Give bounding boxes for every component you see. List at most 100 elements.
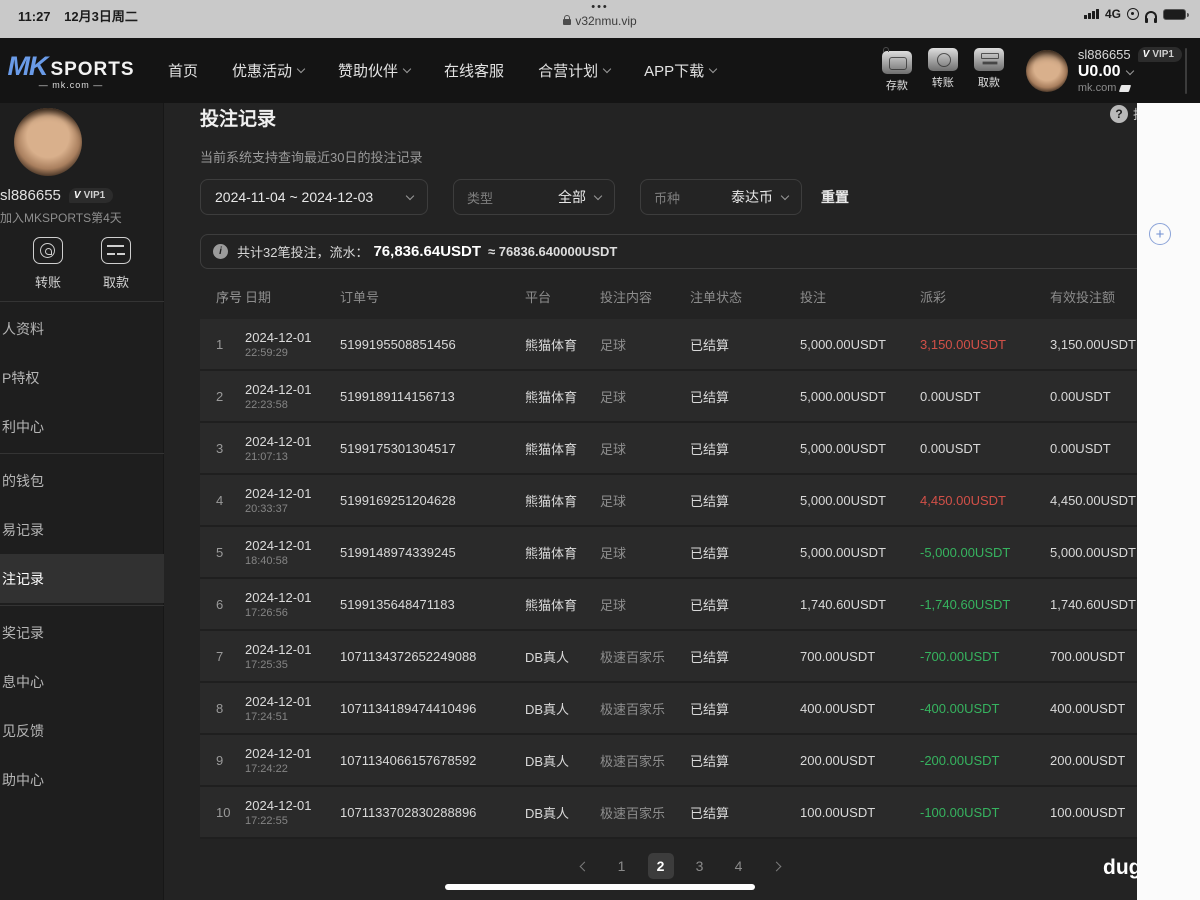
cell-platform: 熊猫体育 xyxy=(525,441,578,457)
cell-bet-content: 极速百家乐 xyxy=(600,701,666,717)
cell-payout: 0.00USDT xyxy=(920,440,981,456)
type-label: 类型 xyxy=(467,190,494,206)
cell-bet-amount: 1,740.60USDT xyxy=(800,596,886,612)
cell-payout: -700.00USDT xyxy=(920,648,1000,664)
page-button-2[interactable]: 2 xyxy=(647,853,674,879)
date-value: 2024-12-01 xyxy=(245,485,312,501)
user-site: mk.com xyxy=(1078,82,1182,94)
main-content: 投注记录 当前系统支持查询最近30日的投注记录 2024-11-04 ~ 202… xyxy=(165,103,1200,900)
deposit-icon xyxy=(881,47,912,74)
cell-order-number: 1071134372652249088 xyxy=(340,648,477,664)
user-avatar[interactable] xyxy=(1025,49,1068,92)
cell-index: 2 xyxy=(216,388,224,404)
type-select[interactable]: 类型 全部 xyxy=(453,179,615,215)
sidebar-item-2-3[interactable]: 助中心 xyxy=(0,755,164,804)
sidebar-item-0-2[interactable]: 利中心 xyxy=(0,402,164,451)
sidebar-item-0-1[interactable]: P特权 xyxy=(0,353,164,402)
profile-username: sl886655 xyxy=(0,187,61,204)
site-logo[interactable]: MK SPORTS — mk.com — xyxy=(7,51,133,90)
sidebar-item-2-2[interactable]: 见反馈 xyxy=(0,706,164,755)
currency-value: 泰达币 xyxy=(731,189,773,205)
home-indicator[interactable] xyxy=(445,884,755,890)
lock-icon xyxy=(563,15,572,25)
network-label: 4G xyxy=(1104,7,1121,21)
page-button-4[interactable]: 4 xyxy=(726,853,752,879)
filter-bar: 2024-11-04 ~ 2024-12-03 类型 全部 币种 泰达币 重置 xyxy=(200,179,1200,215)
sidebar-item-2-0[interactable]: 奖记录 xyxy=(0,608,164,657)
cell-platform: 熊猫体育 xyxy=(525,493,578,509)
withdraw-icon xyxy=(101,237,131,264)
sidebar-transfer-button[interactable]: 转账 xyxy=(33,237,63,291)
profile-avatar[interactable] xyxy=(14,108,82,176)
withdraw-icon xyxy=(973,48,1004,71)
date-value: 2024-12-01 xyxy=(245,537,312,553)
page-button-1[interactable]: 1 xyxy=(609,853,635,879)
address-bar[interactable]: v32nmu.vip xyxy=(563,13,637,28)
nav-item-5[interactable]: APP下载 xyxy=(644,60,718,81)
cell-order-number: 5199175301304517 xyxy=(340,440,456,456)
tab-dots-icon[interactable]: ••• xyxy=(0,2,1200,13)
sidebar-item-1-1[interactable]: 易记录 xyxy=(0,505,164,554)
column-header: 订单号 xyxy=(340,290,380,305)
sidebar-item-2-1[interactable]: 息中心 xyxy=(0,657,164,706)
table-body: 1 2024-12-01 22:59:29 5199195508851456 熊猫体育足… xyxy=(200,319,1200,839)
nav-item-2[interactable]: 赞助伙伴 xyxy=(338,60,412,81)
time-value: 21:07:13 xyxy=(245,450,288,463)
action-label: 取款 xyxy=(977,77,1000,89)
nav-item-4[interactable]: 合营计划 xyxy=(538,60,612,81)
deposit-button[interactable]: 存款 xyxy=(881,47,912,93)
scrollbar[interactable] xyxy=(1185,48,1187,94)
page-title: 投注记录 xyxy=(200,109,277,130)
battery-icon xyxy=(1163,8,1189,20)
transfer-button[interactable]: 转账 xyxy=(927,48,958,93)
sidebar-item-1-2[interactable]: 注记录 xyxy=(0,554,164,603)
cell-payout: -5,000.00USDT xyxy=(920,544,1011,560)
column-header: 投注 xyxy=(800,290,827,305)
profile-vip-badge: V VIP1 xyxy=(68,188,114,203)
help-icon[interactable]: ? xyxy=(1110,104,1128,123)
nav-item-1[interactable]: 优惠活动 xyxy=(232,60,306,81)
page-button-3[interactable]: 3 xyxy=(687,853,713,879)
balance-dropdown[interactable]: U0.00 xyxy=(1078,63,1182,81)
balance-value: U0.00 xyxy=(1077,63,1121,80)
site-name: mk.com xyxy=(1077,82,1117,94)
sidebar-item-1-0[interactable]: 的钱包 xyxy=(0,456,164,505)
date-value: 2024-12-01 xyxy=(245,433,312,449)
withdraw-button[interactable]: 取款 xyxy=(973,48,1004,93)
date-value: 2024-12-01 xyxy=(245,745,312,761)
annotation-plus-icon[interactable]: + xyxy=(1149,223,1171,245)
time-value: 17:25:35 xyxy=(245,658,288,671)
currency-select[interactable]: 币种 泰达币 xyxy=(640,179,802,215)
nav-item-0[interactable]: 首页 xyxy=(168,60,198,81)
url-text: v32nmu.vip xyxy=(575,13,637,28)
nav-item-3[interactable]: 在线客服 xyxy=(444,60,504,81)
table-row: 10 2024-12-01 17:22:55 1071133702830288896 D… xyxy=(200,787,1200,839)
signal-icon xyxy=(1084,9,1099,19)
prev-page-button[interactable] xyxy=(570,853,596,879)
date-range-picker[interactable]: 2024-11-04 ~ 2024-12-03 xyxy=(200,179,428,215)
user-info: sl886655 V VIP1 U0.00 mk.com xyxy=(1078,47,1182,94)
cell-date: 2024-12-01 17:25:35 xyxy=(245,642,340,671)
sidebar-item-0-0[interactable]: 人资料 xyxy=(0,304,164,353)
sidebar-withdraw-button[interactable]: 取款 xyxy=(101,237,131,291)
vip-v-icon: V xyxy=(73,190,81,201)
cell-status: 已结算 xyxy=(690,701,730,717)
column-header: 日期 xyxy=(245,290,272,305)
watermark: dug xyxy=(1103,856,1142,879)
cell-index: 7 xyxy=(216,648,224,664)
column-header: 注单状态 xyxy=(690,290,743,305)
time-value: 20:33:37 xyxy=(245,502,288,515)
cell-bet-content: 足球 xyxy=(600,597,627,613)
cell-order-number: 5199148974339245 xyxy=(340,544,456,560)
summary-approx: ≈ 76836.640000USDT xyxy=(488,244,618,259)
date-value: 2024-12-01 xyxy=(245,589,312,605)
time-value: 18:40:58 xyxy=(245,554,288,567)
next-page-button[interactable] xyxy=(765,853,791,879)
chevron-left-icon xyxy=(579,861,589,871)
table-row: 7 2024-12-01 17:25:35 1071134372652249088 DB… xyxy=(200,631,1200,683)
cell-payout: -200.00USDT xyxy=(920,752,1000,768)
cell-bet-amount: 200.00USDT xyxy=(800,752,876,768)
reset-button[interactable]: 重置 xyxy=(821,187,849,207)
pagination: 1234 xyxy=(200,853,1160,879)
time-value: 17:26:56 xyxy=(245,606,288,619)
